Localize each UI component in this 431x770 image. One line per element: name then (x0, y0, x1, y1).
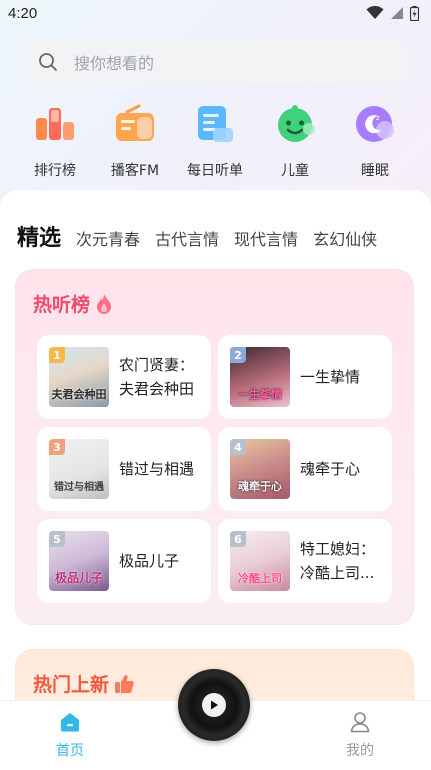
cover-title: 错过与相遇 (54, 481, 104, 493)
cover-title: 夫君会种田 (51, 388, 107, 402)
quick-nav-podcast[interactable]: 播客FM (95, 100, 175, 186)
tab-featured[interactable]: 精选 (17, 220, 61, 254)
book-item[interactable]: 5 极品儿子 极品儿子 (37, 519, 211, 603)
tab-ancient-romance[interactable]: 古代言情 (155, 226, 219, 254)
search-icon (39, 53, 57, 71)
book-item[interactable]: 1 夫君会种田 农门贤妻：夫君会种田 (37, 335, 211, 419)
book-item[interactable]: 6 冷酷上司 特工媳妇：冷酷上司... (218, 519, 392, 603)
hot-list-title[interactable]: 热听榜 (33, 290, 114, 317)
hot-list-card: 热听榜 1 夫君会种田 农门贤妻：夫君会种田 2 一生挚情 一生挚情 3 错过与… (15, 269, 414, 625)
quick-nav-sleep[interactable]: z 睡眠 (335, 100, 415, 186)
rank-badge: 4 (230, 439, 246, 455)
radio-icon (111, 100, 159, 148)
play-button[interactable] (178, 669, 250, 741)
book-cover: 3 错过与相遇 (49, 439, 109, 499)
book-title: 错过与相遇 (119, 460, 195, 478)
nav-home-label: 首页 (56, 743, 84, 759)
home-icon (61, 713, 79, 732)
play-icon (202, 693, 226, 717)
quick-nav-label: 播客FM (110, 163, 160, 179)
tab-fantasy[interactable]: 玄幻仙侠 (313, 226, 377, 254)
cover-title: 一生挚情 (238, 388, 282, 402)
quick-nav-label: 排行榜 (34, 163, 76, 179)
book-cover: 2 一生挚情 (230, 347, 290, 407)
status-icons (366, 5, 419, 21)
quick-nav-ranking[interactable]: 排行榜 (15, 100, 95, 186)
book-cover: 5 极品儿子 (49, 531, 109, 591)
signal-icon (391, 7, 403, 19)
search-placeholder: 搜你想看的 (74, 54, 155, 73)
tab-modern-romance[interactable]: 现代言情 (234, 226, 298, 254)
rank-badge: 3 (49, 439, 65, 455)
nav-mine-label: 我的 (346, 743, 374, 759)
sleep-icon: z (351, 100, 399, 148)
quick-nav-kids[interactable]: 儿童 (255, 100, 335, 186)
book-title: 农门贤妻：夫君会种田 (119, 356, 195, 398)
book-item[interactable]: 3 错过与相遇 错过与相遇 (37, 427, 211, 511)
quick-nav: 排行榜 播客FM 每日听单 儿童 z 睡眠 (0, 100, 431, 186)
quick-nav-daily-list[interactable]: 每日听单 (175, 100, 255, 186)
tab-youth[interactable]: 次元青春 (76, 226, 140, 254)
new-releases-title[interactable]: 热门上新 (33, 670, 135, 697)
cover-title: 魂牵于心 (238, 480, 282, 494)
rank-badge: 6 (230, 531, 246, 547)
quick-nav-label: 睡眠 (361, 163, 389, 179)
book-title: 魂牵于心 (300, 460, 361, 478)
category-tabs: 精选 次元青春 古代言情 现代言情 玄幻仙侠 (17, 218, 392, 254)
nav-mine[interactable]: 我的 (320, 711, 400, 767)
nav-home[interactable]: 首页 (30, 711, 110, 767)
book-item[interactable]: 4 魂牵于心 魂牵于心 (218, 427, 392, 511)
book-cover: 4 魂牵于心 (230, 439, 290, 499)
daily-list-icon (191, 100, 239, 148)
quick-nav-label: 儿童 (281, 163, 309, 179)
book-cover: 1 夫君会种田 (49, 347, 109, 407)
book-title: 极品儿子 (119, 552, 180, 570)
kids-icon (271, 100, 319, 148)
book-cover: 6 冷酷上司 (230, 531, 290, 591)
status-time: 4:20 (8, 4, 38, 22)
cover-title: 冷酷上司 (238, 572, 282, 586)
search-input[interactable]: 搜你想看的 (16, 40, 414, 84)
ranking-icon (31, 100, 79, 148)
rank-badge: 2 (230, 347, 246, 363)
status-bar: 4:20 (0, 0, 431, 26)
quick-nav-label: 每日听单 (187, 163, 243, 179)
svg-text:z: z (376, 114, 380, 122)
new-releases-title-text: 热门上新 (33, 674, 110, 696)
wifi-icon (366, 6, 384, 19)
battery-icon (410, 5, 419, 21)
book-title: 特工媳妇：冷酷上司... (300, 540, 376, 582)
rank-badge: 5 (49, 531, 65, 547)
thumbs-up-icon (115, 674, 134, 693)
user-icon (350, 712, 370, 733)
cover-title: 极品儿子 (54, 571, 103, 586)
rank-badge: 1 (49, 347, 65, 363)
book-title: 一生挚情 (300, 368, 361, 386)
book-item[interactable]: 2 一生挚情 一生挚情 (218, 335, 392, 419)
fire-icon (97, 293, 112, 314)
hot-list-title-text: 热听榜 (33, 294, 91, 316)
